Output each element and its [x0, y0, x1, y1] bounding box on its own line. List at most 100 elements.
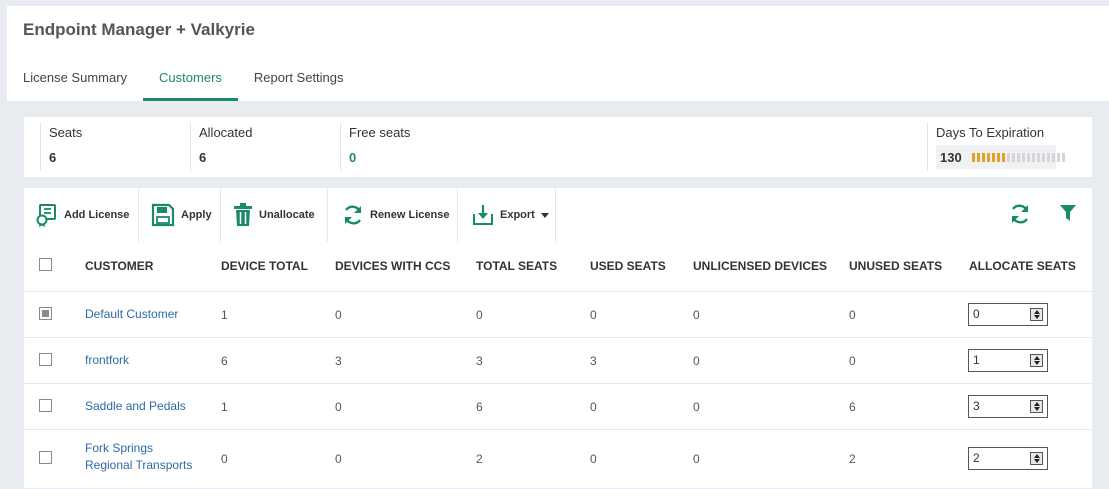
- customer-link[interactable]: Fork Springs Regional Transports: [85, 440, 192, 474]
- allocate-seats-stepper[interactable]: 0: [968, 303, 1048, 326]
- progress-segment: [1031, 152, 1035, 162]
- row-checkbox[interactable]: [39, 353, 52, 366]
- stepper-arrows-icon[interactable]: [1030, 452, 1043, 465]
- stat-seats-label: Seats: [49, 125, 83, 140]
- add-license-button[interactable]: Add License: [24, 188, 139, 242]
- cell-unused-seats: 6: [849, 400, 856, 414]
- cell-used-seats: 0: [590, 308, 597, 322]
- table-row: Saddle and Pedals 1 0 6 0 0 6 3: [24, 384, 1092, 430]
- progress-segment: [1021, 152, 1025, 162]
- expiration-progress-bar: [971, 152, 1065, 162]
- grid-toolbar: Add License Apply Unallocate Renew Licen…: [24, 188, 1092, 242]
- filter-button[interactable]: [1060, 205, 1076, 227]
- customers-grid: Add License Apply Unallocate Renew Licen…: [24, 188, 1092, 488]
- column-devices-with-ccs[interactable]: DEVICES WITH CCS: [335, 259, 450, 273]
- progress-segment: [1016, 152, 1020, 162]
- progress-segment: [996, 152, 1000, 162]
- trash-icon: [234, 203, 252, 226]
- stat-seats: Seats 6: [40, 123, 82, 171]
- row-checkbox[interactable]: [39, 307, 52, 320]
- stepper-arrows-icon[interactable]: [1030, 400, 1043, 413]
- allocate-seats-value: 2: [973, 451, 980, 465]
- cell-total-seats: 3: [476, 354, 483, 368]
- select-all-checkbox[interactable]: [39, 258, 52, 271]
- progress-segment: [1006, 152, 1010, 162]
- progress-segment: [1001, 152, 1005, 162]
- cell-devices-with-ccs: 0: [335, 400, 342, 414]
- cell-used-seats: 0: [590, 452, 597, 466]
- allocate-seats-stepper[interactable]: 1: [968, 349, 1048, 372]
- renew-license-label: Renew License: [370, 209, 450, 221]
- customer-link[interactable]: Saddle and Pedals: [85, 398, 186, 415]
- export-icon: [473, 205, 493, 225]
- stat-seats-value: 6: [49, 150, 57, 165]
- row-checkbox[interactable]: [39, 399, 52, 412]
- cell-unused-seats: 0: [849, 354, 856, 368]
- progress-segment: [1061, 152, 1065, 162]
- license-stats-panel: Seats 6 Allocated 6 Free seats 0 Days To…: [24, 117, 1092, 177]
- row-checkbox[interactable]: [39, 451, 52, 464]
- allocate-seats-value: 0: [973, 307, 980, 321]
- cell-unlicensed-devices: 0: [693, 400, 700, 414]
- unallocate-button[interactable]: Unallocate: [221, 188, 328, 242]
- cell-unlicensed-devices: 0: [693, 308, 700, 322]
- renew-license-button[interactable]: Renew License: [328, 188, 458, 242]
- column-allocate-seats[interactable]: ALLOCATE SEATS: [969, 259, 1076, 273]
- stepper-arrows-icon[interactable]: [1030, 308, 1043, 321]
- progress-segment: [1041, 152, 1045, 162]
- column-device-total[interactable]: DEVICE TOTAL: [221, 259, 308, 273]
- customer-link-line-2: Regional Transports: [85, 458, 193, 472]
- export-dropdown-button[interactable]: Export: [458, 188, 556, 242]
- stat-expiration-label: Days To Expiration: [936, 125, 1045, 140]
- cell-unlicensed-devices: 0: [693, 452, 700, 466]
- progress-segment: [976, 152, 980, 162]
- cell-total-seats: 0: [476, 308, 483, 322]
- progress-segment: [1036, 152, 1040, 162]
- cell-devices-with-ccs: 3: [335, 354, 342, 368]
- expiration-box: 130: [936, 145, 1065, 169]
- cell-used-seats: 3: [590, 354, 597, 368]
- customer-link[interactable]: Default Customer: [85, 306, 178, 323]
- column-customer[interactable]: CUSTOMER: [85, 259, 153, 273]
- column-total-seats[interactable]: TOTAL SEATS: [476, 259, 557, 273]
- stat-allocated-value: 6: [199, 150, 207, 165]
- cell-device-total: 1: [221, 308, 228, 322]
- cell-device-total: 0: [221, 452, 228, 466]
- renew-icon: [344, 205, 362, 225]
- allocate-seats-stepper[interactable]: 3: [968, 395, 1048, 418]
- progress-segment: [981, 152, 985, 162]
- progress-segment: [1046, 152, 1050, 162]
- stat-expiration-value: 130: [940, 149, 962, 165]
- progress-segment: [1026, 152, 1030, 162]
- table-row: Default Customer 1 0 0 0 0 0 0: [24, 292, 1092, 338]
- allocate-seats-value: 3: [973, 399, 980, 413]
- stat-free-seats-label: Free seats: [349, 125, 411, 140]
- cell-device-total: 1: [221, 400, 228, 414]
- tab-bar: License Summary Customers Report Setting…: [7, 56, 360, 101]
- tab-report-settings[interactable]: Report Settings: [238, 56, 360, 101]
- table-row: Fork Springs Regional Transports 0 0 2 0…: [24, 430, 1092, 486]
- stat-days-to-expiration: Days To Expiration 130: [927, 123, 1065, 171]
- apply-button[interactable]: Apply: [139, 188, 221, 242]
- column-used-seats[interactable]: USED SEATS: [590, 259, 666, 273]
- tab-license-summary[interactable]: License Summary: [7, 56, 143, 101]
- allocate-seats-stepper[interactable]: 2: [968, 447, 1048, 470]
- page-title: Endpoint Manager + Valkyrie: [23, 20, 255, 39]
- cell-unused-seats: 2: [849, 452, 856, 466]
- progress-segment: [1056, 152, 1060, 162]
- cell-unlicensed-devices: 0: [693, 354, 700, 368]
- column-unused-seats[interactable]: UNUSED SEATS: [849, 259, 942, 273]
- customer-link[interactable]: frontfork: [85, 352, 129, 369]
- unallocate-label: Unallocate: [259, 209, 315, 221]
- refresh-button[interactable]: [1009, 203, 1031, 230]
- add-license-label: Add License: [64, 209, 130, 221]
- export-label: Export: [500, 209, 535, 221]
- cell-total-seats: 2: [476, 452, 483, 466]
- tab-customers[interactable]: Customers: [143, 56, 238, 101]
- stepper-arrows-icon[interactable]: [1030, 354, 1043, 367]
- column-unlicensed-devices[interactable]: UNLICENSED DEVICES: [693, 259, 827, 273]
- table-header: CUSTOMER DEVICE TOTAL DEVICES WITH CCS T…: [24, 242, 1092, 292]
- cell-device-total: 6: [221, 354, 228, 368]
- apply-label: Apply: [181, 209, 212, 221]
- stat-allocated: Allocated 6: [190, 123, 252, 171]
